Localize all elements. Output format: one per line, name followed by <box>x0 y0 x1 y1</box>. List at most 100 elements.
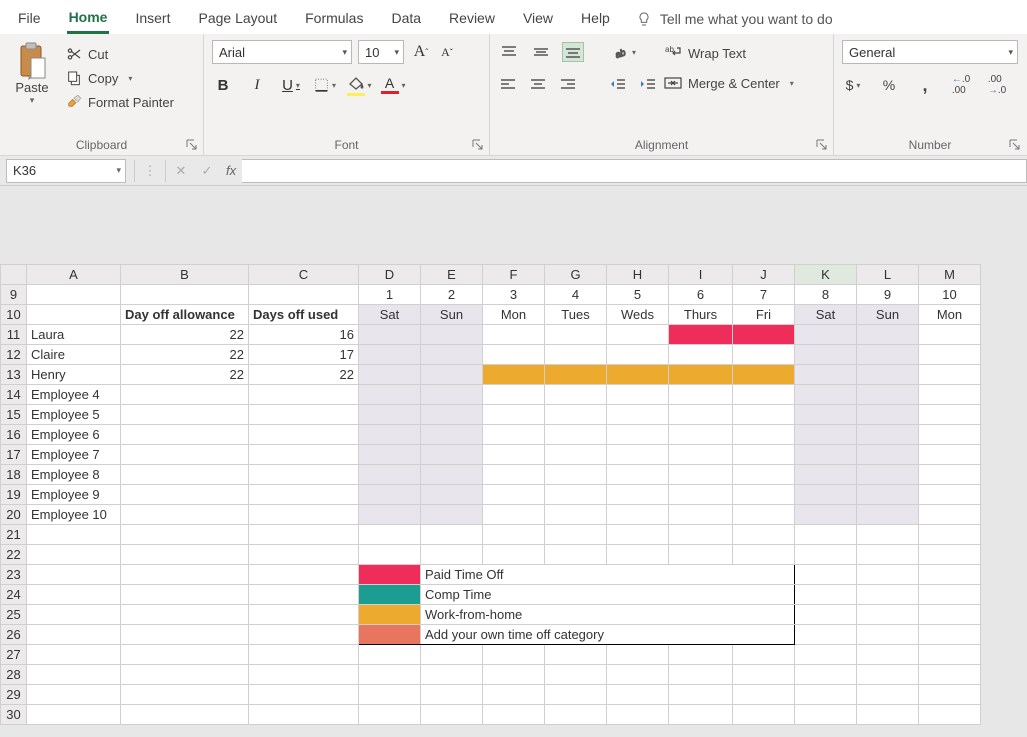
cell[interactable] <box>545 385 607 405</box>
cell[interactable] <box>733 345 795 365</box>
row-header-26[interactable]: 26 <box>1 625 27 645</box>
cell[interactable] <box>545 665 607 685</box>
cell[interactable] <box>669 365 733 385</box>
menu-insert[interactable]: Insert <box>133 6 172 32</box>
cell[interactable] <box>857 525 919 545</box>
cell[interactable] <box>795 585 857 605</box>
cell[interactable] <box>545 465 607 485</box>
cell[interactable] <box>857 365 919 385</box>
cancel-formula-button[interactable]: ✕ <box>168 159 194 183</box>
cell[interactable] <box>483 465 545 485</box>
row-header-22[interactable]: 22 <box>1 545 27 565</box>
cell[interactable]: 3 <box>483 285 545 305</box>
row-header-13[interactable]: 13 <box>1 365 27 385</box>
cell[interactable] <box>483 505 545 525</box>
cell[interactable] <box>607 365 669 385</box>
cell[interactable] <box>545 525 607 545</box>
cell[interactable] <box>919 625 981 645</box>
cell[interactable] <box>545 545 607 565</box>
row-header-21[interactable]: 21 <box>1 525 27 545</box>
cell[interactable] <box>483 345 545 365</box>
menu-formulas[interactable]: Formulas <box>303 6 365 32</box>
cell[interactable] <box>359 485 421 505</box>
wrap-text-button[interactable]: ab Wrap Text <box>664 44 794 62</box>
cell[interactable] <box>27 565 121 585</box>
cell[interactable] <box>421 365 483 385</box>
cell-legend-label[interactable]: Paid Time Off <box>421 565 795 585</box>
cell[interactable] <box>121 565 249 585</box>
cell[interactable] <box>27 305 121 325</box>
cell[interactable] <box>733 645 795 665</box>
cell[interactable] <box>27 685 121 705</box>
cell[interactable] <box>483 385 545 405</box>
cell[interactable]: 2 <box>421 285 483 305</box>
cell[interactable] <box>249 565 359 585</box>
cell[interactable]: Sun <box>857 305 919 325</box>
cell[interactable] <box>607 425 669 445</box>
row-header-10[interactable]: 10 <box>1 305 27 325</box>
align-bottom-button[interactable] <box>562 42 584 62</box>
cell[interactable] <box>795 625 857 645</box>
cell[interactable] <box>27 525 121 545</box>
cell[interactable] <box>483 685 545 705</box>
cell[interactable] <box>545 365 607 385</box>
tellme-search[interactable]: Tell me what you want to do <box>636 11 833 27</box>
cell[interactable] <box>545 445 607 465</box>
cell[interactable] <box>733 385 795 405</box>
cell[interactable] <box>27 285 121 305</box>
cell[interactable] <box>607 705 669 725</box>
cell[interactable] <box>483 445 545 465</box>
cell[interactable]: 22 <box>121 325 249 345</box>
cell-legend-color[interactable] <box>359 565 421 585</box>
cell[interactable] <box>795 645 857 665</box>
row-header-29[interactable]: 29 <box>1 685 27 705</box>
decrease-font-button[interactable]: Aˇ <box>436 41 458 63</box>
cell[interactable] <box>733 485 795 505</box>
cell[interactable] <box>795 425 857 445</box>
spreadsheet-grid[interactable]: A B C D E F G H I J K L M 9 1 2 3 4 5 6 … <box>0 264 981 725</box>
cell[interactable] <box>359 425 421 445</box>
cell[interactable]: Sun <box>421 305 483 325</box>
copy-button[interactable]: Copy ▾ <box>62 68 178 88</box>
cell[interactable] <box>857 605 919 625</box>
menu-data[interactable]: Data <box>389 6 423 32</box>
cell[interactable] <box>121 685 249 705</box>
col-header-E[interactable]: E <box>421 265 483 285</box>
cell[interactable] <box>857 545 919 565</box>
cell[interactable] <box>27 585 121 605</box>
cell[interactable] <box>669 665 733 685</box>
cell[interactable] <box>919 485 981 505</box>
cell-legend-color[interactable] <box>359 585 421 605</box>
cell[interactable] <box>249 285 359 305</box>
number-dialog-launcher-icon[interactable] <box>1008 138 1022 152</box>
cell[interactable] <box>857 325 919 345</box>
row-header-19[interactable]: 19 <box>1 485 27 505</box>
cell[interactable] <box>421 345 483 365</box>
cell[interactable] <box>669 705 733 725</box>
cell[interactable] <box>121 385 249 405</box>
cell[interactable] <box>121 485 249 505</box>
cell[interactable] <box>545 325 607 345</box>
row-header-14[interactable]: 14 <box>1 385 27 405</box>
fill-color-button[interactable] <box>348 74 370 96</box>
formula-input[interactable] <box>242 159 1027 183</box>
clipboard-dialog-launcher-icon[interactable] <box>185 138 199 152</box>
cell[interactable]: Henry <box>27 365 121 385</box>
cell[interactable] <box>919 525 981 545</box>
cell[interactable] <box>795 385 857 405</box>
cell[interactable] <box>795 545 857 565</box>
col-header-B[interactable]: B <box>121 265 249 285</box>
cell[interactable]: 17 <box>249 345 359 365</box>
cell[interactable] <box>121 625 249 645</box>
cell[interactable] <box>795 605 857 625</box>
italic-button[interactable]: I <box>246 74 268 96</box>
cell[interactable] <box>669 525 733 545</box>
cell[interactable] <box>669 485 733 505</box>
cell[interactable] <box>545 345 607 365</box>
cell[interactable] <box>249 525 359 545</box>
cell[interactable] <box>359 705 421 725</box>
cell[interactable] <box>857 445 919 465</box>
cell[interactable]: 22 <box>249 365 359 385</box>
cell[interactable]: 16 <box>249 325 359 345</box>
cell[interactable] <box>669 685 733 705</box>
